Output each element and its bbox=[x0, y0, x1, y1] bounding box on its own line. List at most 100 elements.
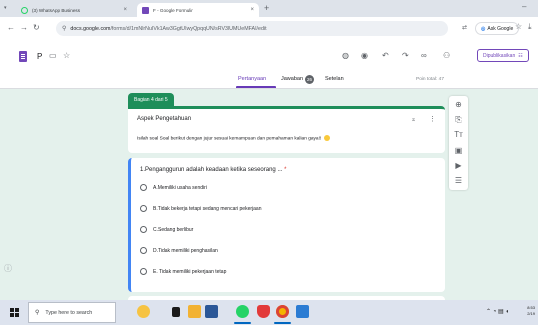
published-icon: ☷ bbox=[518, 52, 523, 59]
option-label: B.Tidak bekerja tetapi sedang mencari pe… bbox=[153, 205, 262, 212]
tab-whatsapp[interactable]: (3) WhatsApp Business × bbox=[16, 3, 132, 17]
preview-eye-icon[interactable]: ◉ bbox=[361, 51, 368, 60]
option-item[interactable]: B.Tidak bekerja tetapi sedang mencari pe… bbox=[140, 205, 262, 212]
active-app-indicator bbox=[234, 322, 251, 324]
add-section-icon[interactable]: ☰ bbox=[449, 176, 468, 185]
calculator-icon[interactable] bbox=[205, 305, 218, 318]
published-button[interactable]: Dipublikasikan ☷ bbox=[477, 49, 529, 62]
download-icon[interactable]: ⤓ bbox=[528, 22, 532, 32]
forward-icon[interactable]: → bbox=[20, 23, 28, 32]
points-total: Poin total: 47 bbox=[416, 77, 445, 82]
address-bar-row: ← → ↻ ⚲ docs.google.com /forms/d/1mNlrNu… bbox=[0, 17, 538, 40]
form-tabs: Pertanyaan Jawaban 26 Setelan Poin total… bbox=[0, 73, 538, 89]
file-explorer-icon[interactable] bbox=[188, 305, 201, 318]
radio-button[interactable] bbox=[140, 184, 147, 191]
minimize-icon[interactable]: – bbox=[522, 2, 526, 11]
windows-taskbar: ⚲ Type here to search ⌃ ◔ ▤ ◖ 8:53 2/19 bbox=[0, 300, 538, 325]
section-header-card[interactable]: Aspek Pengetahuan ⌅ ⋮ Isilah soal Soal b… bbox=[128, 106, 445, 153]
required-asterisk: * bbox=[284, 167, 287, 173]
published-label: Dipublikasikan bbox=[483, 52, 516, 59]
form-title[interactable]: P bbox=[37, 52, 42, 61]
option-item[interactable]: A.Memiliki usaha sendiri bbox=[140, 184, 207, 191]
tab-title: (3) WhatsApp Business bbox=[32, 7, 80, 13]
add-collaborator-icon[interactable]: ⚇ bbox=[443, 51, 450, 60]
new-tab-button[interactable]: + bbox=[264, 3, 269, 13]
option-label: D.Tidak memiliki penghasilan bbox=[153, 247, 218, 254]
url-host: docs.google.com bbox=[70, 25, 111, 32]
ask-google-button[interactable]: ◎ Ask Google bbox=[475, 22, 520, 35]
option-item[interactable]: D.Tidak memiliki penghasilan bbox=[140, 247, 218, 254]
option-item[interactable]: E. Tidak memiliki pekerjaan tetap bbox=[140, 268, 226, 275]
weather-widget-icon[interactable] bbox=[137, 305, 150, 318]
folder-icon[interactable]: ▭ bbox=[49, 51, 57, 60]
option-label: A.Memiliki usaha sendiri bbox=[153, 184, 207, 191]
star-icon[interactable]: ☆ bbox=[63, 51, 70, 60]
question-card[interactable]: 1.Penganggurun adalah keadaan ketika ses… bbox=[128, 158, 445, 292]
google-forms-icon bbox=[142, 6, 149, 14]
smiley-emoji-icon bbox=[323, 135, 330, 141]
close-tab-icon[interactable]: × bbox=[250, 7, 254, 13]
task-view-icon[interactable] bbox=[172, 307, 180, 317]
active-tab-indicator bbox=[236, 86, 276, 88]
google-forms-logo-icon[interactable] bbox=[19, 51, 27, 62]
redo-icon[interactable]: ↷ bbox=[402, 51, 409, 60]
google-lens-icon: ◎ bbox=[481, 25, 486, 32]
add-image-icon[interactable]: ▣ bbox=[449, 146, 468, 155]
translate-icon[interactable]: ⇄ bbox=[462, 24, 467, 31]
whatsapp-icon bbox=[21, 6, 28, 14]
section-description-row[interactable]: Isilah soal Soal berikut dengan jujur se… bbox=[137, 135, 330, 141]
url-path: /forms/d/1mNlrNuIVk1Aw3GgtUIwyQpqqUN/sRV… bbox=[110, 25, 267, 32]
import-questions-icon[interactable]: ⎘ bbox=[449, 115, 468, 125]
windows-start-icon[interactable] bbox=[10, 308, 19, 317]
forms-header: P ▭ ☆ ◍ ◉ ↶ ↷ ∞ ⚇ Dipublikasikan ☷ Perta… bbox=[0, 40, 538, 89]
tab-search-icon[interactable]: ▾ bbox=[4, 5, 7, 11]
more-options-icon[interactable]: ⋮ bbox=[429, 115, 436, 123]
radio-button[interactable] bbox=[140, 205, 147, 212]
section-badge: Bagian 4 dari 5 bbox=[128, 93, 174, 106]
ask-google-label: Ask Google bbox=[487, 25, 514, 32]
tab-google-forms[interactable]: F - Google Formulir × bbox=[137, 3, 259, 17]
tab-responses[interactable]: Jawaban bbox=[281, 76, 303, 82]
taskbar-search-placeholder: Type here to search bbox=[45, 309, 93, 316]
collapse-section-icon[interactable]: ⌅ bbox=[411, 116, 416, 123]
help-icon[interactable]: ⓘ bbox=[4, 263, 12, 274]
whatsapp-taskbar-icon[interactable] bbox=[236, 305, 249, 318]
tab-settings[interactable]: Setelan bbox=[325, 76, 344, 82]
option-label: C.Sedang berlibur bbox=[153, 226, 194, 233]
antivirus-icon[interactable] bbox=[257, 305, 270, 318]
undo-icon[interactable]: ↶ bbox=[382, 51, 389, 60]
form-canvas: Bagian 4 dari 5 Aspek Pengetahuan ⌅ ⋮ Is… bbox=[0, 89, 538, 300]
tab-title: F - Google Formulir bbox=[153, 7, 193, 13]
question-title-row: 1.Penganggurun adalah keadaan ketika ses… bbox=[140, 167, 286, 173]
url-bar[interactable]: ⚲ docs.google.com /forms/d/1mNlrNuIVk1Aw… bbox=[56, 21, 448, 36]
question-title: 1.Penganggurun adalah keadaan ketika ses… bbox=[140, 167, 283, 173]
option-item[interactable]: C.Sedang berlibur bbox=[140, 226, 193, 233]
floating-toolbar: ⊕ ⎘ Tᴛ ▣ ▶ ☰ bbox=[449, 96, 468, 190]
section-description: Isilah soal Soal berikut dengan jujur se… bbox=[137, 136, 322, 142]
reload-icon[interactable]: ↻ bbox=[33, 23, 40, 32]
option-label: E. Tidak memiliki pekerjaan tetap bbox=[153, 268, 227, 275]
site-info-icon[interactable]: ⚲ bbox=[62, 25, 66, 32]
search-icon: ⚲ bbox=[35, 310, 40, 316]
add-question-icon[interactable]: ⊕ bbox=[449, 100, 468, 109]
radio-button[interactable] bbox=[140, 247, 147, 254]
customize-theme-icon[interactable]: ◍ bbox=[342, 51, 349, 60]
word-icon[interactable] bbox=[296, 305, 309, 318]
responses-count-badge: 26 bbox=[305, 75, 314, 84]
close-tab-icon[interactable]: × bbox=[123, 7, 127, 13]
taskbar-search[interactable]: ⚲ Type here to search bbox=[28, 302, 116, 323]
radio-button[interactable] bbox=[140, 226, 147, 233]
section-title[interactable]: Aspek Pengetahuan bbox=[137, 116, 191, 122]
link-icon[interactable]: ∞ bbox=[421, 51, 427, 60]
taskbar-clock[interactable]: 8:53 2/19 bbox=[515, 305, 535, 317]
active-app-indicator bbox=[274, 322, 291, 324]
chrome-icon[interactable] bbox=[276, 305, 289, 318]
system-tray-icons[interactable]: ⌃ ◔ ▤ ◖ bbox=[486, 308, 509, 315]
back-icon[interactable]: ← bbox=[7, 23, 15, 32]
add-title-icon[interactable]: Tᴛ bbox=[449, 130, 468, 139]
radio-button[interactable] bbox=[140, 268, 147, 275]
browser-tab-strip: ▾ (3) WhatsApp Business × F - Google For… bbox=[0, 0, 538, 17]
add-video-icon[interactable]: ▶ bbox=[449, 161, 468, 170]
tab-questions[interactable]: Pertanyaan bbox=[238, 76, 266, 82]
bookmark-star-icon[interactable]: ☆ bbox=[515, 22, 522, 31]
